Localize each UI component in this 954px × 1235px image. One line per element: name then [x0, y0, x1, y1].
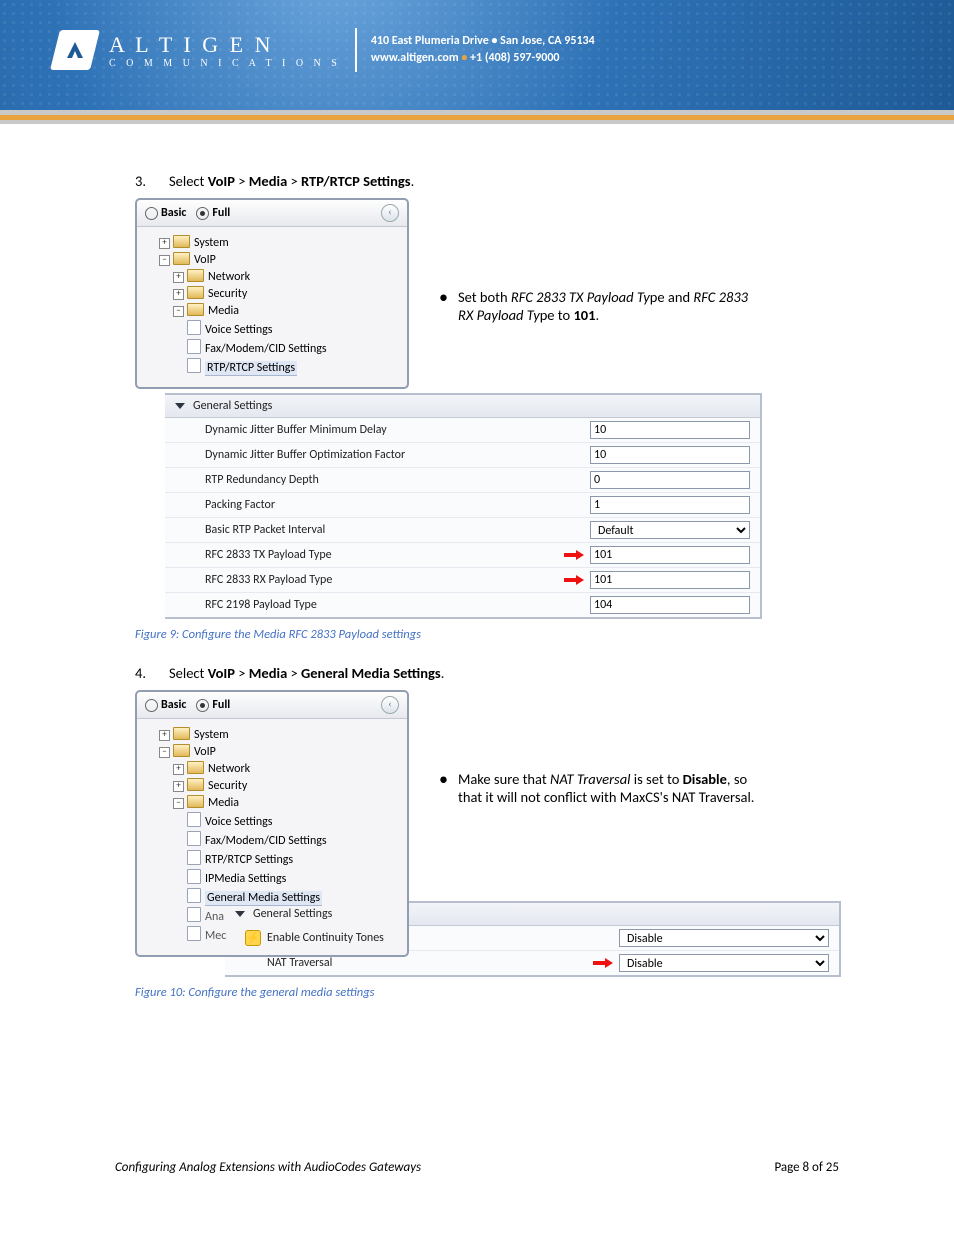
page-footer: Configuring Analog Extensions with Audio…	[115, 1160, 839, 1175]
setting-label: Basic RTP Packet Interval	[205, 523, 590, 537]
collapse-icon[interactable]: ‹	[381, 696, 399, 714]
section-header[interactable]: General Settings	[165, 395, 760, 418]
figure-10-caption: Figure 10: Configure the general media s…	[135, 985, 839, 1000]
view-full-radio[interactable]: Full	[196, 206, 230, 220]
tree-system[interactable]: +System	[159, 235, 399, 250]
step-text: Select VoIP > Media > General Media Sett…	[169, 664, 444, 682]
tree-security[interactable]: +Security	[173, 286, 399, 301]
tree-voice-settings[interactable]: Voice Settings	[187, 320, 399, 337]
step-text: Select VoIP > Media > RTP/RTCP Settings.	[169, 172, 414, 190]
tree-security[interactable]: +Security	[173, 778, 399, 793]
rfc2833-rx-input[interactable]	[590, 571, 750, 589]
collapse-icon[interactable]: ‹	[381, 204, 399, 222]
nav-panel: Basic Full ‹ +System −VoIP +Network +Sec…	[135, 198, 409, 389]
company-logo-icon	[50, 30, 100, 70]
tree-rtp-settings[interactable]: RTP/RTCP Settings	[187, 850, 399, 867]
step-3-bullet: • Set both RFC 2833 TX Payload Type and …	[439, 288, 759, 324]
divider-stripes	[0, 110, 954, 124]
view-basic-radio[interactable]: Basic	[145, 698, 186, 712]
highlight-arrow-icon	[564, 550, 584, 560]
tree-voice-settings[interactable]: Voice Settings	[187, 812, 399, 829]
step-4: 4. Select VoIP > Media > General Media S…	[135, 664, 839, 682]
company-name: A L T I G E N C O M M U N I C A T I O N …	[109, 32, 341, 69]
chevron-down-icon	[175, 403, 185, 409]
jitter-min-delay-input[interactable]	[590, 421, 750, 439]
page-number: Page 8 of 25	[774, 1160, 839, 1175]
setting-label: Packing Factor	[205, 498, 590, 512]
figure-9-caption: Figure 9: Configure the Media RFC 2833 P…	[135, 627, 839, 642]
general-media-table: General Settings ⚡Enable Continuity Tone…	[225, 901, 841, 977]
packing-factor-input[interactable]	[590, 496, 750, 514]
lightning-icon: ⚡	[245, 930, 261, 946]
step-number: 4.	[135, 664, 153, 682]
setting-label: Dynamic Jitter Buffer Minimum Delay	[205, 423, 590, 437]
continuity-tones-select[interactable]: Disable	[619, 929, 829, 947]
rfc2198-input[interactable]	[590, 596, 750, 614]
document-title: Configuring Analog Extensions with Audio…	[115, 1160, 421, 1175]
tree-fax-settings[interactable]: Fax/Modem/CID Settings	[187, 831, 399, 848]
step-4-bullet: • Make sure that NAT Traversal is set to…	[439, 770, 759, 806]
tree-system[interactable]: +System	[159, 727, 399, 742]
rtp-settings-table: General Settings Dynamic Jitter Buffer M…	[165, 393, 762, 619]
tree-network[interactable]: +Network	[173, 269, 399, 284]
highlight-arrow-icon	[564, 575, 584, 585]
highlight-arrow-icon	[593, 958, 613, 968]
setting-label: Dynamic Jitter Buffer Optimization Facto…	[205, 448, 590, 462]
view-basic-radio[interactable]: Basic	[145, 206, 186, 220]
tree-general-media-settings[interactable]: General Media Settings	[187, 888, 399, 905]
header-banner: A L T I G E N C O M M U N I C A T I O N …	[0, 0, 954, 110]
setting-label: RTP Redundancy Depth	[205, 473, 590, 487]
view-full-radio[interactable]: Full	[196, 698, 230, 712]
rtp-redundancy-input[interactable]	[590, 471, 750, 489]
setting-label: NAT Traversal	[267, 956, 593, 970]
tree-ipmedia-settings[interactable]: IPMedia Settings	[187, 869, 399, 886]
tree-rtp-settings[interactable]: RTP/RTCP Settings	[187, 358, 399, 375]
step-number: 3.	[135, 172, 153, 190]
setting-label: RFC 2198 Payload Type	[205, 598, 590, 612]
tree-voip[interactable]: −VoIP +Network +Security −Media Voice Se…	[159, 252, 399, 375]
tree-fax-settings[interactable]: Fax/Modem/CID Settings	[187, 339, 399, 356]
setting-label: Enable Continuity Tones	[267, 931, 619, 945]
rfc2833-tx-input[interactable]	[590, 546, 750, 564]
chevron-down-icon	[235, 911, 245, 917]
setting-label: RFC 2833 RX Payload Type	[205, 573, 564, 587]
rtp-interval-select[interactable]: Default	[590, 521, 750, 539]
nat-traversal-select[interactable]: Disable	[619, 954, 829, 972]
setting-label: RFC 2833 TX Payload Type	[205, 548, 564, 562]
company-address: 410 East Plumeria Drive • San Jose, CA 9…	[371, 33, 595, 67]
step-3: 3. Select VoIP > Media > RTP/RTCP Settin…	[135, 172, 839, 190]
tree-network[interactable]: +Network	[173, 761, 399, 776]
tree-media[interactable]: −Media Voice Settings Fax/Modem/CID Sett…	[173, 303, 399, 375]
nav-tree: +System −VoIP +Network +Security −Media …	[137, 227, 407, 387]
jitter-opt-factor-input[interactable]	[590, 446, 750, 464]
